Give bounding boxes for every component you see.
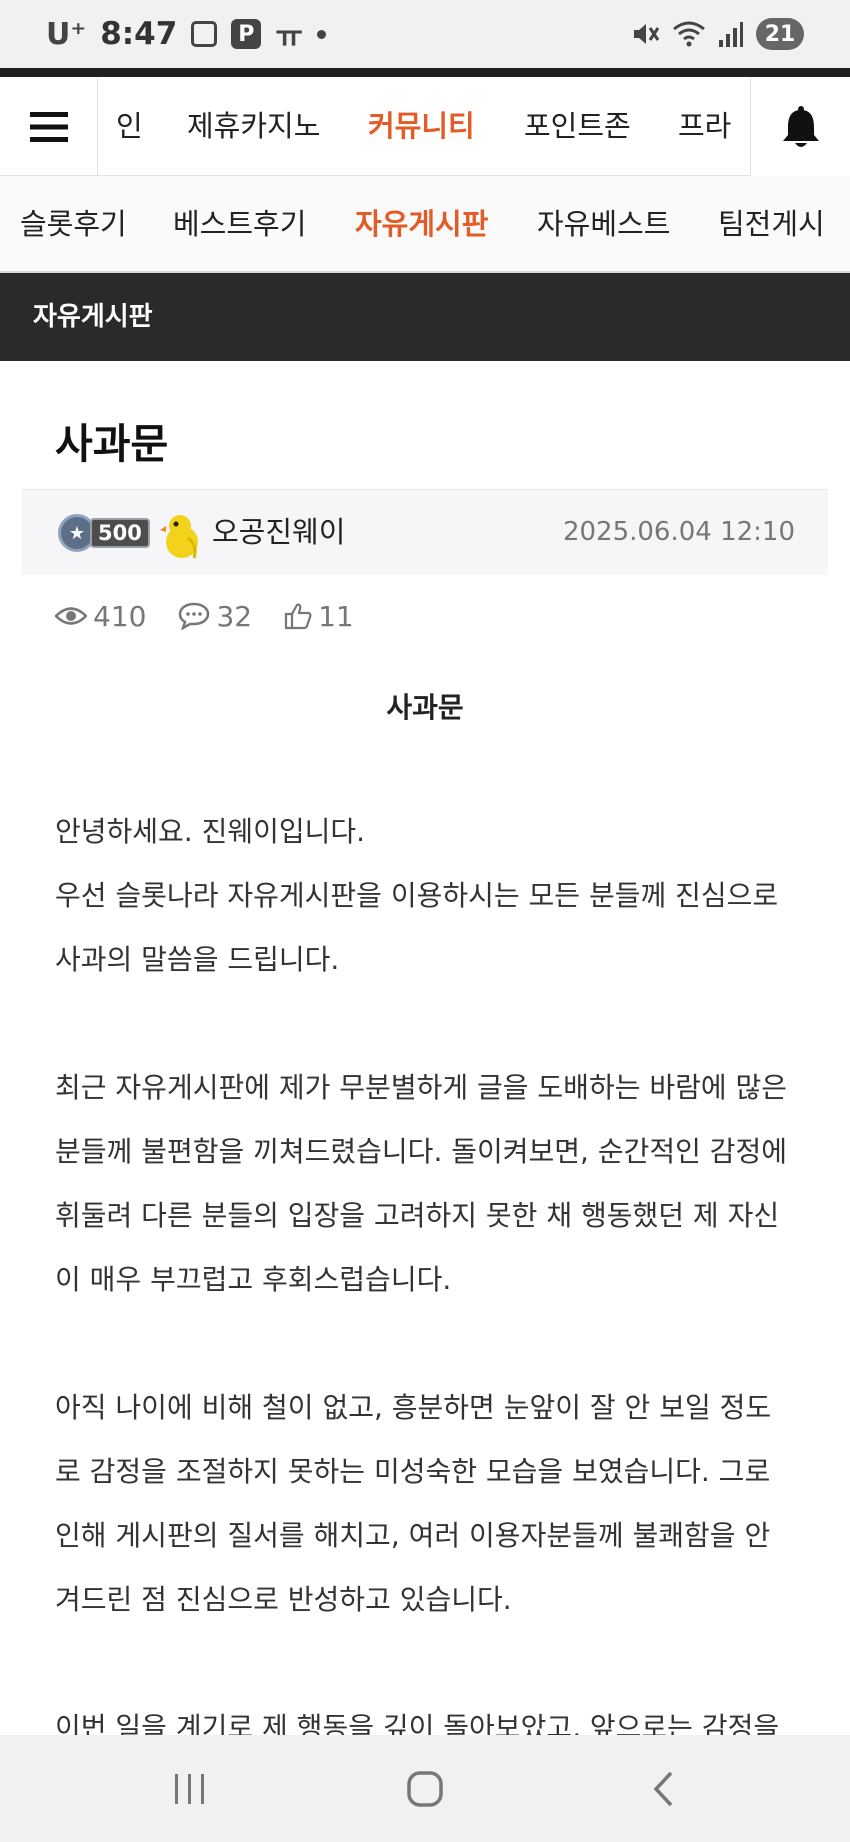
view-count: 410 bbox=[55, 600, 146, 633]
notifications-button[interactable] bbox=[750, 77, 850, 176]
content-line: 휘둘려 다른 분들의 입장을 고려하지 못한 채 행동했던 제 자신 bbox=[55, 1199, 780, 1232]
main-nav-item-point-zone[interactable]: 포인트존 bbox=[524, 77, 631, 176]
eye-icon bbox=[55, 607, 87, 625]
content-line: 분들께 불편함을 끼쳐드렸습니다. 돌이켜보면, 순간적인 감정에 bbox=[55, 1135, 788, 1168]
content-line: 안녕하세요. 진웨이입니다. bbox=[55, 815, 366, 848]
carrier-label: U⁺ bbox=[46, 16, 87, 52]
clock: 8:47 bbox=[100, 16, 178, 52]
like-count-value: 11 bbox=[318, 599, 354, 633]
level-number: 500 bbox=[90, 518, 150, 548]
more-notifications-icon bbox=[316, 29, 326, 39]
content-line: 이 매우 부끄럽고 후회스럽습니다. bbox=[55, 1263, 452, 1296]
mute-icon bbox=[630, 19, 660, 49]
sub-nav-item-slot-reviews[interactable]: 슬롯후기 bbox=[20, 176, 127, 271]
content-heading: 사과문 bbox=[386, 691, 464, 724]
recent-apps-button[interactable] bbox=[150, 1735, 230, 1842]
hamburger-icon bbox=[29, 111, 68, 142]
battery-indicator: 21 bbox=[756, 18, 804, 50]
main-nav-items: 인 제휴카지노 커뮤니티 포인트존 프라 bbox=[98, 77, 750, 176]
level-badge: ★ 500 bbox=[58, 514, 172, 552]
sub-nav: 슬롯후기 베스트후기 자유게시판 자유베스트 팀전게시 bbox=[0, 176, 850, 273]
main-nav-item-partner-casino[interactable]: 제휴카지노 bbox=[187, 77, 320, 176]
back-icon bbox=[653, 1771, 673, 1806]
content-line: 아직 나이에 비해 철이 없고, 흥분하면 눈앞이 잘 안 보일 정도 bbox=[55, 1391, 772, 1424]
sub-nav-item-team-board[interactable]: 팀전게시 bbox=[718, 176, 825, 271]
parking-app-icon: P bbox=[231, 19, 262, 49]
comment-icon bbox=[179, 602, 210, 630]
content-line: 사과의 말씀을 드립니다. bbox=[55, 943, 340, 976]
main-nav-item-partial-right[interactable]: 프라 bbox=[678, 77, 731, 176]
sub-nav-item-free-board[interactable]: 자유게시판 bbox=[355, 176, 488, 271]
home-button[interactable] bbox=[385, 1735, 465, 1842]
thumbs-up-icon bbox=[284, 603, 312, 630]
like-count[interactable]: 11 bbox=[284, 600, 354, 633]
view-count-value: 410 bbox=[93, 599, 147, 633]
content-line: 최근 자유게시판에 제가 무분별하게 글을 도배하는 바람에 많은 bbox=[55, 1071, 788, 1104]
main-nav-item-partial-left[interactable]: 인 bbox=[116, 77, 143, 176]
bell-icon bbox=[782, 105, 819, 147]
app-notification-icon: ㅠ bbox=[275, 20, 303, 55]
screenshot-icon bbox=[191, 21, 218, 47]
author-name[interactable]: 오공진웨이 bbox=[212, 490, 345, 574]
wifi-icon bbox=[672, 19, 706, 49]
content-line: 로 감정을 조절하지 못하는 미성숙한 모습을 보였습니다. 그로 bbox=[55, 1455, 771, 1488]
home-icon bbox=[407, 1770, 443, 1807]
author-bar: ★ 500 오공진웨이 2025.06.04 12:10 bbox=[22, 489, 828, 575]
top-divider bbox=[0, 68, 850, 77]
menu-button[interactable] bbox=[0, 77, 98, 176]
recent-apps-icon bbox=[175, 1773, 204, 1804]
sub-nav-item-best-reviews[interactable]: 베스트후기 bbox=[173, 176, 306, 271]
system-nav-bar bbox=[0, 1735, 850, 1842]
post-stats: 410 32 11 bbox=[55, 596, 386, 636]
board-title: 자유게시판 bbox=[33, 302, 153, 332]
content-line: 겨드린 점 진심으로 반성하고 있습니다. bbox=[55, 1583, 512, 1616]
back-button[interactable] bbox=[623, 1735, 703, 1842]
board-header: 자유게시판 bbox=[0, 273, 850, 361]
main-nav-item-community[interactable]: 커뮤니티 bbox=[368, 77, 475, 176]
content-line: 우선 슬롯나라 자유게시판을 이용하시는 모든 분들께 진심으로 bbox=[55, 879, 779, 912]
sub-nav-item-free-best[interactable]: 자유베스트 bbox=[537, 176, 670, 271]
status-bar: U⁺ 8:47 P ㅠ 21 bbox=[0, 0, 850, 68]
content-line: 인해 게시판의 질서를 해치고, 여러 이용자분들께 불쾌함을 안 bbox=[55, 1519, 771, 1552]
avatar-parrot-icon[interactable] bbox=[158, 512, 206, 560]
comment-count: 32 bbox=[178, 600, 252, 633]
post-content: 안녕하세요. 진웨이입니다. 우선 슬롯나라 자유게시판을 이용하시는 모든 분… bbox=[55, 806, 815, 1766]
comment-count-value: 32 bbox=[216, 599, 253, 633]
signal-icon bbox=[718, 20, 744, 48]
post-date: 2025.06.04 12:10 bbox=[562, 517, 795, 547]
main-nav: 인 제휴카지노 커뮤니티 포인트존 프라 bbox=[0, 77, 850, 176]
post-title: 사과문 bbox=[55, 420, 169, 468]
